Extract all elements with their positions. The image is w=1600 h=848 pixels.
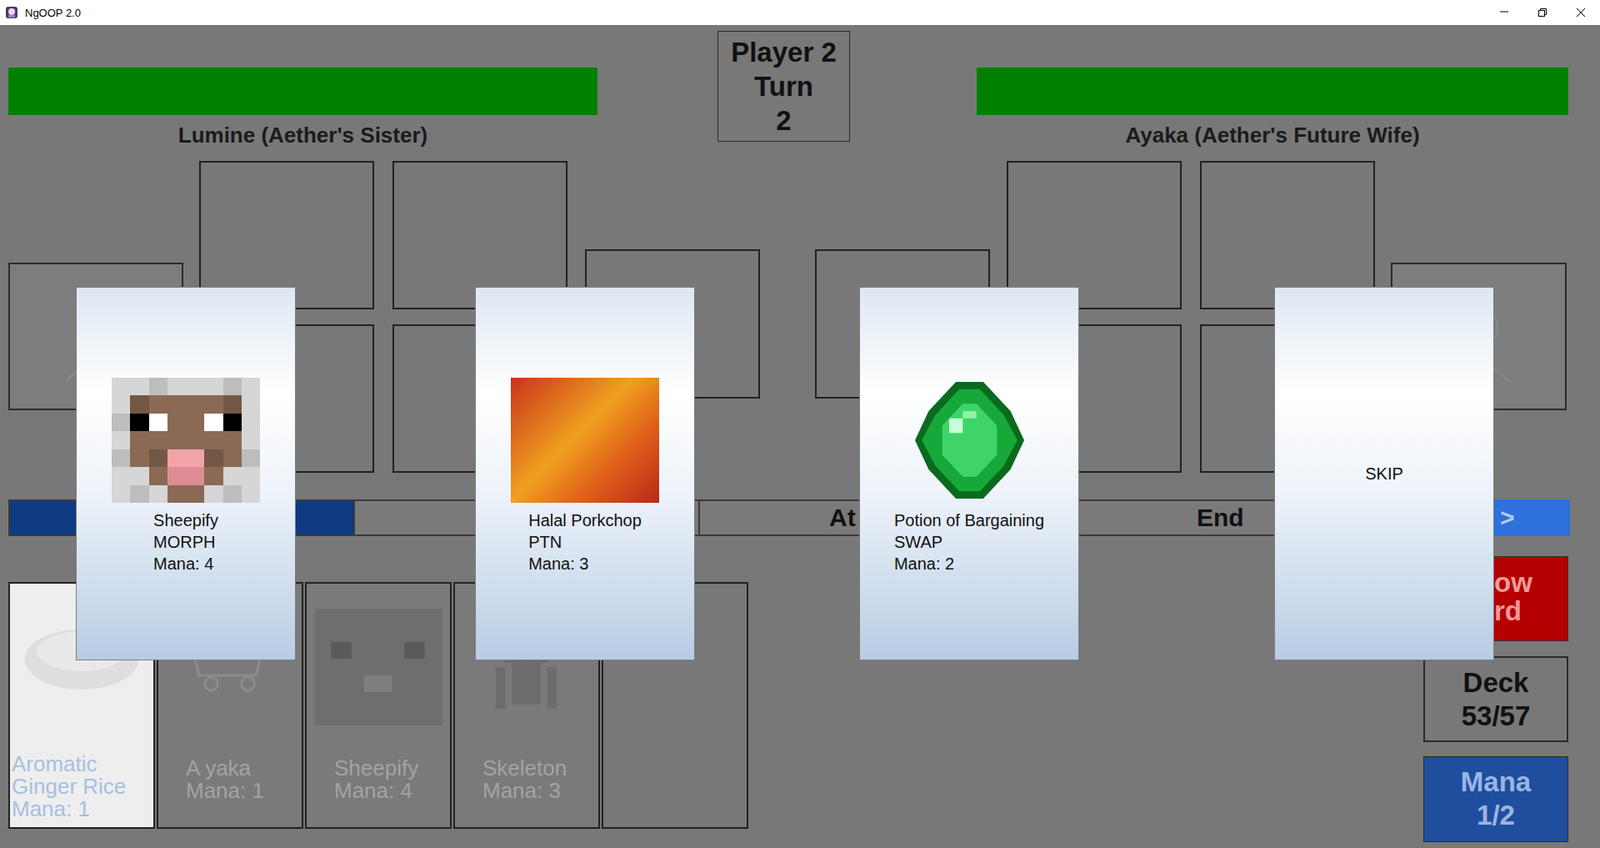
- emerald-icon: [915, 381, 1025, 499]
- choice-card[interactable]: Potion of BargainingSWAPMana: 2: [859, 286, 1080, 660]
- restore-icon: [1536, 6, 1549, 19]
- player-panel: Ayaka (Aether's Future Wife): [976, 25, 1569, 142]
- hand-card-mana: Mana: 3: [482, 779, 595, 802]
- choice-card-art: [895, 377, 1044, 503]
- hand-card-mana: Mana: 1: [185, 779, 299, 802]
- app-icon: [5, 5, 19, 20]
- turn-label: Turn: [718, 69, 850, 104]
- restore-button[interactable]: [1523, 0, 1562, 25]
- minimize-icon: [1498, 6, 1510, 19]
- choice-card-art: [510, 377, 660, 503]
- choice-card-type: MORPH: [153, 530, 219, 553]
- hp-bar: [8, 67, 598, 115]
- deck-count: 53/57: [1425, 699, 1567, 733]
- hand-card-text: SheepifyMana: 4: [306, 730, 450, 827]
- hand-card-name: Skeleton: [482, 756, 595, 780]
- draw-card-label: rd: [1494, 596, 1568, 625]
- player-panel: Lumine (Aether's Sister): [8, 25, 598, 142]
- deck-counter: Deck53/57: [1423, 655, 1569, 742]
- player-name: Ayaka (Aether's Future Wife): [976, 122, 1569, 148]
- next-phase-button[interactable]: >: [1491, 499, 1570, 536]
- next-phase-label: >: [1500, 503, 1515, 531]
- close-icon: [1575, 6, 1587, 19]
- hp-fill: [976, 67, 1569, 115]
- hand-card-name: Sheepify: [334, 756, 447, 780]
- hand-card-name: Aromatic Ginger Rice: [11, 752, 150, 798]
- top-row: Lumine (Aether's Sister) Player 2Turn2 Aya…: [0, 25, 1600, 142]
- hand-card[interactable]: SheepifyMana: 4: [305, 581, 452, 829]
- choice-card-name: SKIP: [1365, 462, 1404, 485]
- choice-card[interactable]: SheepifyMORPHMana: 4: [75, 286, 296, 660]
- choice-card-name: Potion of Bargaining: [894, 509, 1045, 531]
- hand-card-text: A yakaMana: 1: [158, 730, 302, 827]
- window-title: NgOOP 2.0: [25, 6, 81, 20]
- draw-card-label: ow: [1494, 568, 1568, 597]
- hand-card-text: SkeletonMana: 3: [455, 730, 599, 827]
- hand-card-name: A yaka: [185, 756, 299, 780]
- hand-card-mana: Mana: 1: [11, 797, 150, 820]
- hp-bar: [976, 67, 1569, 115]
- player-name: Lumine (Aether's Sister): [8, 122, 598, 148]
- close-button[interactable]: [1561, 0, 1600, 25]
- turn-indicator: Player 2Turn2: [717, 30, 850, 142]
- hand-card-text: Aromatic Ginger RiceMana: 1: [10, 723, 154, 827]
- choice-card-name: Sheepify: [153, 509, 219, 531]
- hp-fill: [8, 67, 598, 115]
- choice-card[interactable]: Halal PorkchopPTNMana: 3: [475, 286, 695, 660]
- choice-card-mana: Mana: 2: [894, 552, 1045, 575]
- turn-number: 2: [718, 103, 850, 138]
- mana-count: 1/2: [1424, 798, 1568, 832]
- choice-card-type: PTN: [528, 530, 642, 553]
- mana-label: Mana: [1424, 765, 1568, 799]
- mana-counter: Mana1/2: [1423, 755, 1569, 842]
- turn-player: Player 2: [718, 35, 850, 70]
- choice-card-mana: Mana: 4: [153, 552, 219, 575]
- choice-card-art: [111, 377, 260, 503]
- choice-card-mana: Mana: 3: [528, 552, 642, 575]
- choice-card-type: SWAP: [894, 530, 1045, 553]
- choice-card[interactable]: SKIP: [1274, 286, 1495, 660]
- title-bar: NgOOP 2.0: [0, 0, 1600, 25]
- card-choice-overlay: SheepifyMORPHMana: 4Halal PorkchopPTNMan…: [0, 286, 1495, 660]
- choice-card-text: Potion of BargainingSWAPMana: 2: [894, 509, 1045, 575]
- hand-card-mana: Mana: 4: [334, 779, 447, 802]
- choice-card-text: Halal PorkchopPTNMana: 3: [528, 509, 642, 575]
- porkchop-photo: [510, 377, 660, 503]
- phase-label: End: [1196, 503, 1245, 531]
- game-board: Lumine (Aether's Sister) Player 2Turn2 Aya…: [0, 25, 1600, 848]
- choice-card-text: SheepifyMORPHMana: 4: [153, 509, 219, 575]
- sheep-icon: [111, 377, 260, 503]
- phase-label: At: [829, 503, 856, 531]
- choice-card-name: Halal Porkchop: [528, 509, 642, 531]
- card-art-icon: [306, 583, 450, 730]
- deck-label: Deck: [1425, 665, 1567, 700]
- minimize-button[interactable]: [1485, 0, 1524, 25]
